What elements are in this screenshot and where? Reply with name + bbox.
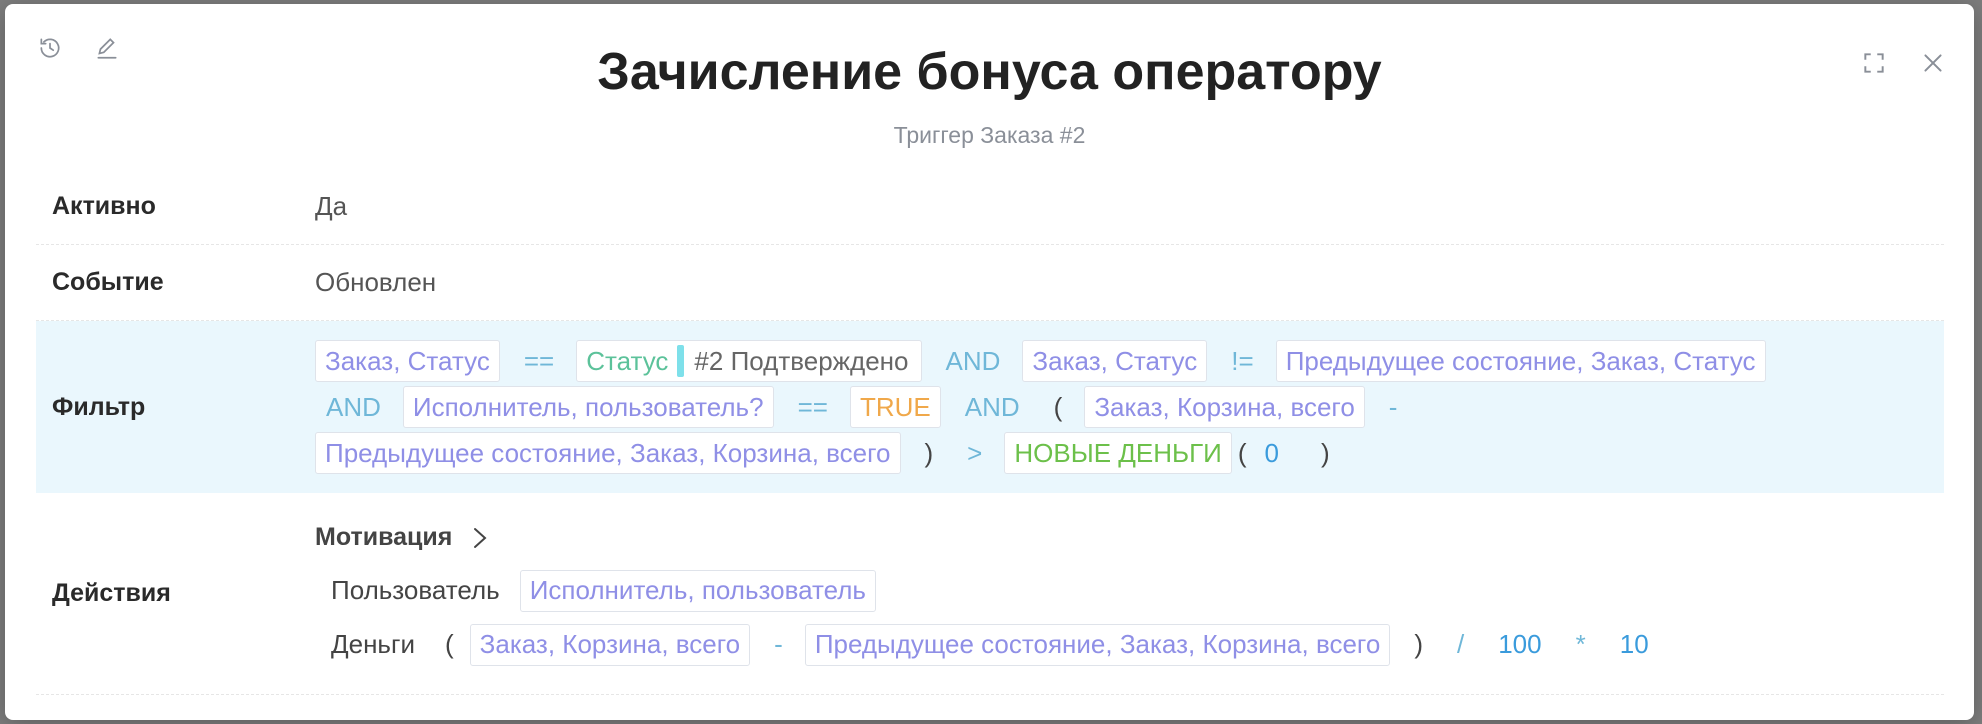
row-actions: Действия Мотивация Пользователь Исполнит… <box>36 493 1944 695</box>
filter-token[interactable]: Заказ, Корзина, всего <box>1084 386 1365 428</box>
filter-operator: != <box>1231 345 1254 376</box>
filter-operator: == <box>523 345 555 376</box>
filter-token[interactable]: Предыдущее состояние, Заказ, Корзина, вс… <box>315 432 901 474</box>
active-value: Да <box>315 191 348 221</box>
paren-open: ( <box>444 629 454 659</box>
chevron-right-icon <box>474 527 487 548</box>
filter-line-1: Заказ, Статус == Статус #2 Подтверждено … <box>315 338 1944 384</box>
details-list: Активно Да Событие Обновлен Фильтр Заказ… <box>36 169 1944 695</box>
row-event: Событие Обновлен <box>36 245 1944 321</box>
number-value: 100 <box>1498 629 1542 659</box>
number-value: 10 <box>1619 629 1649 659</box>
filter-token[interactable]: Исполнитель, пользователь? <box>402 386 774 428</box>
money-operator: - <box>774 629 783 659</box>
modal-title: Зачисление бонуса оператору <box>597 43 1382 101</box>
filter-operator: AND <box>964 391 1020 422</box>
filter-operator: AND <box>326 391 381 422</box>
filter-operator: AND <box>945 345 1001 376</box>
filter-line-3: Предыдущее состояние, Заказ, Корзина, вс… <box>315 430 1944 476</box>
filter-operator: > <box>967 437 983 468</box>
active-label: Активно <box>52 192 156 220</box>
money-operator: * <box>1575 629 1586 659</box>
user-param-label: Пользователь <box>331 575 500 605</box>
filter-expression: Заказ, Статус == Статус #2 Подтверждено … <box>315 338 1944 476</box>
paren-open: ( <box>1053 391 1063 422</box>
motivation-label: Мотивация <box>315 523 453 551</box>
money-operator: / <box>1456 629 1465 659</box>
filter-operator: == <box>797 391 828 422</box>
actions-content: Мотивация Пользователь Исполнитель, поль… <box>315 516 1944 672</box>
motivation-action[interactable]: Мотивация <box>315 516 1944 560</box>
status-color-marker <box>677 345 685 377</box>
paren-close: ) <box>1414 629 1423 659</box>
row-filter: Фильтр Заказ, Статус == Статус #2 Подтве… <box>36 321 1944 493</box>
row-active: Активно Да <box>36 169 1944 245</box>
filter-token[interactable]: Заказ, Статус <box>315 340 500 382</box>
paren-open: ( <box>1237 437 1247 468</box>
number-value: 0 <box>1264 437 1279 468</box>
expand-icon <box>1864 53 1884 73</box>
money-param-label: Деньги <box>331 629 415 659</box>
money-token[interactable]: Предыдущее состояние, Заказ, Корзина, вс… <box>804 623 1391 666</box>
event-label: Событие <box>52 268 164 296</box>
filter-token[interactable]: Предыдущее состояние, Заказ, Статус <box>1275 340 1766 382</box>
status-token[interactable]: Статус #2 Подтверждено <box>576 340 922 382</box>
status-token-name: Статус <box>586 345 669 376</box>
trigger-details-modal: Зачисление бонуса оператору Триггер Зака… <box>5 4 1974 720</box>
close-button[interactable] <box>1916 46 1950 80</box>
paren-close: ) <box>924 437 934 468</box>
event-value: Обновлен <box>315 267 437 297</box>
status-token-value: #2 Подтверждено <box>694 345 909 376</box>
money-token[interactable]: Заказ, Корзина, всего <box>469 623 751 666</box>
filter-label: Фильтр <box>52 392 146 421</box>
filter-token-boolean[interactable]: TRUE <box>849 386 941 428</box>
close-icon <box>1924 54 1942 72</box>
user-param: Пользователь Исполнитель, пользователь <box>315 564 1944 618</box>
user-param-token[interactable]: Исполнитель, пользователь <box>519 569 876 612</box>
money-param: Деньги ( Заказ, Корзина, всего - Предыду… <box>315 618 1944 672</box>
filter-token[interactable]: Заказ, Статус <box>1022 340 1208 382</box>
filter-token-function[interactable]: НОВЫЕ ДЕНЬГИ <box>1004 432 1232 474</box>
actions-label: Действия <box>52 579 171 607</box>
paren-close: ) <box>1320 437 1330 468</box>
modal-subtitle: Триггер Заказа #2 <box>893 122 1086 148</box>
filter-operator: - <box>1388 391 1398 422</box>
filter-line-2: AND Исполнитель, пользователь? == TRUE A… <box>315 384 1944 430</box>
expand-button[interactable] <box>1857 46 1891 80</box>
